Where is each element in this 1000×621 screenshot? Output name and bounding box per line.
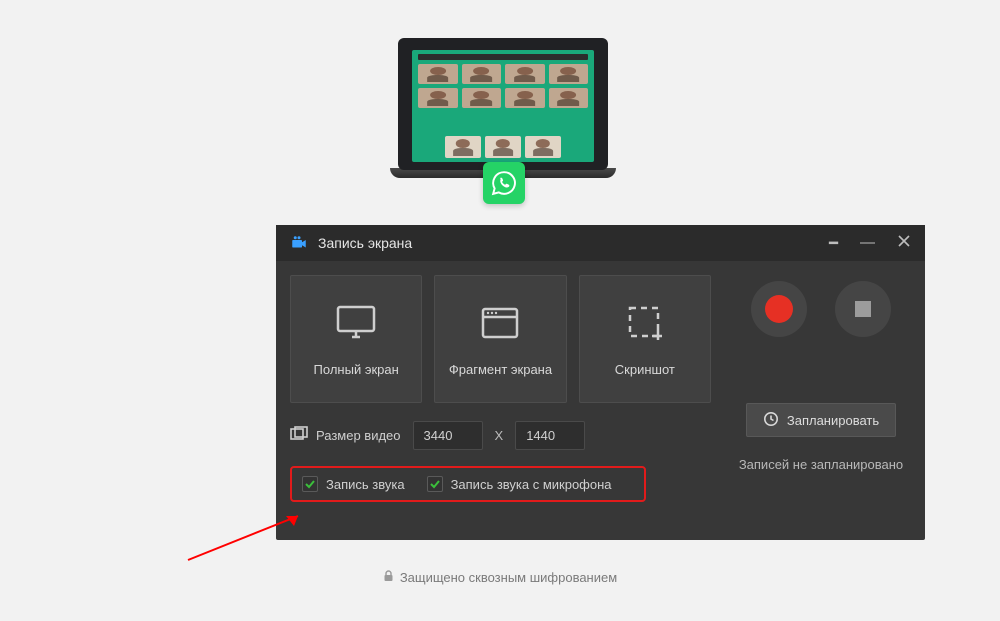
minimize-button[interactable]: — — [860, 234, 875, 252]
screenshot-label: Скриншот — [615, 362, 675, 377]
checkbox-checked-icon — [302, 476, 318, 492]
encryption-text: Защищено сквозным шифрованием — [400, 570, 617, 585]
record-mic-label: Запись звука с микрофона — [451, 477, 612, 492]
window-icon — [478, 302, 522, 344]
whatsapp-badge — [483, 162, 525, 204]
fullscreen-label: Полный экран — [314, 362, 399, 377]
record-button[interactable] — [751, 281, 807, 337]
audio-options-highlight: Запись звука Запись звука с микрофона — [290, 466, 646, 502]
schedule-button-label: Запланировать — [787, 413, 879, 428]
record-sound-checkbox[interactable]: Запись звука — [302, 476, 405, 492]
screen-recorder-window: Запись экрана ━ — Полный экран — [276, 225, 925, 540]
monitor-icon — [334, 302, 378, 344]
clock-icon — [763, 411, 779, 430]
fragment-card[interactable]: Фрагмент экрана — [434, 275, 566, 403]
fragment-label: Фрагмент экрана — [449, 362, 552, 377]
screenshot-card[interactable]: Скриншот — [579, 275, 711, 403]
camera-app-icon — [290, 234, 308, 252]
size-label: Размер видео — [316, 428, 401, 443]
size-separator: X — [495, 428, 504, 443]
schedule-empty-text: Записей не запланировано — [739, 457, 903, 472]
lock-icon — [383, 570, 394, 585]
aspect-icon — [290, 426, 308, 445]
close-button[interactable] — [897, 234, 911, 252]
schedule-button[interactable]: Запланировать — [746, 403, 896, 437]
record-sound-label: Запись звука — [326, 477, 405, 492]
record-mic-checkbox[interactable]: Запись звука с микрофона — [427, 476, 612, 492]
fullscreen-card[interactable]: Полный экран — [290, 275, 422, 403]
checkbox-checked-icon — [427, 476, 443, 492]
record-dot-icon — [765, 295, 793, 323]
stop-button[interactable] — [835, 281, 891, 337]
titlebar: Запись экрана ━ — — [276, 225, 925, 261]
crop-icon — [623, 302, 667, 344]
pin-button[interactable]: ━ — [829, 234, 838, 252]
window-title: Запись экрана — [318, 235, 412, 251]
height-input[interactable] — [515, 421, 585, 450]
stop-square-icon — [855, 301, 871, 317]
width-input[interactable] — [413, 421, 483, 450]
encryption-footer: Защищено сквозным шифрованием — [0, 570, 1000, 585]
